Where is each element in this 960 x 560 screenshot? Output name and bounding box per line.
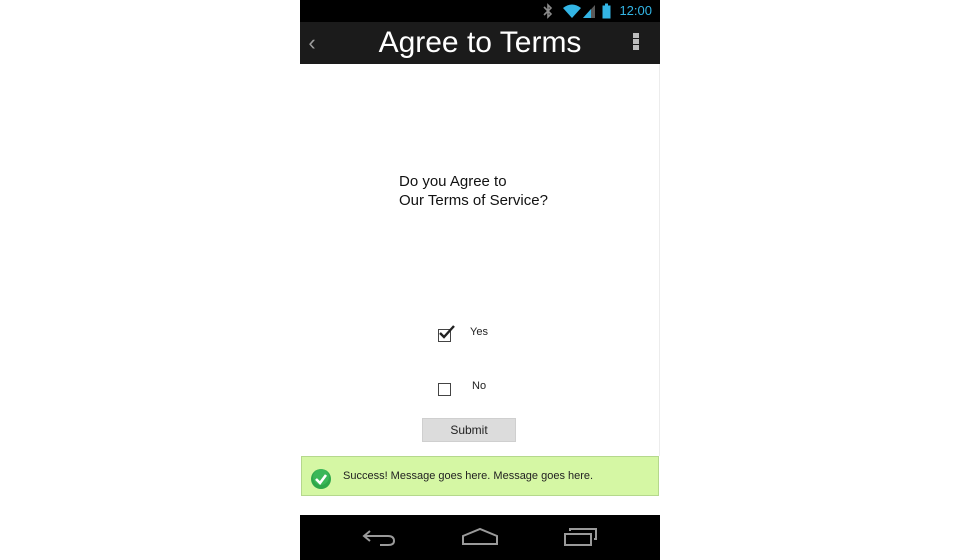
screen-edge-divider: [659, 64, 660, 456]
no-checkbox[interactable]: [438, 383, 451, 396]
success-banner: Success! Message goes here. Message goes…: [301, 456, 659, 496]
check-icon: [439, 325, 455, 339]
home-icon[interactable]: [460, 525, 500, 549]
success-message: Success! Message goes here. Message goes…: [343, 470, 594, 482]
submit-button[interactable]: Submit: [422, 418, 516, 442]
no-label: No: [472, 380, 487, 392]
action-bar: ‹ Agree to Terms: [300, 22, 660, 64]
question-line-1: Do you Agree to: [399, 173, 507, 190]
signal-icon: [583, 5, 595, 18]
overflow-menu-icon[interactable]: [632, 33, 640, 55]
status-bar: 12:00: [300, 0, 660, 22]
yes-label: Yes: [470, 326, 488, 338]
option-yes[interactable]: Yes: [437, 325, 557, 348]
bluetooth-icon: [543, 3, 553, 19]
back-icon[interactable]: [360, 525, 400, 549]
check-circle-icon: [311, 469, 331, 489]
battery-icon: [602, 3, 611, 19]
question-line-2: Our Terms of Service?: [399, 192, 548, 209]
phone-screen: 12:00 ‹ Agree to Terms Do you Agree to O…: [300, 0, 660, 560]
recent-apps-icon[interactable]: [560, 525, 600, 549]
yes-checkbox[interactable]: [438, 325, 455, 342]
nav-bar: [300, 515, 660, 560]
option-no[interactable]: No: [437, 380, 557, 402]
wifi-icon: [563, 4, 581, 18]
status-time: 12:00: [619, 3, 652, 18]
terms-question: Do you Agree to Our Terms of Service?: [399, 172, 619, 210]
page-title: Agree to Terms: [378, 26, 582, 59]
